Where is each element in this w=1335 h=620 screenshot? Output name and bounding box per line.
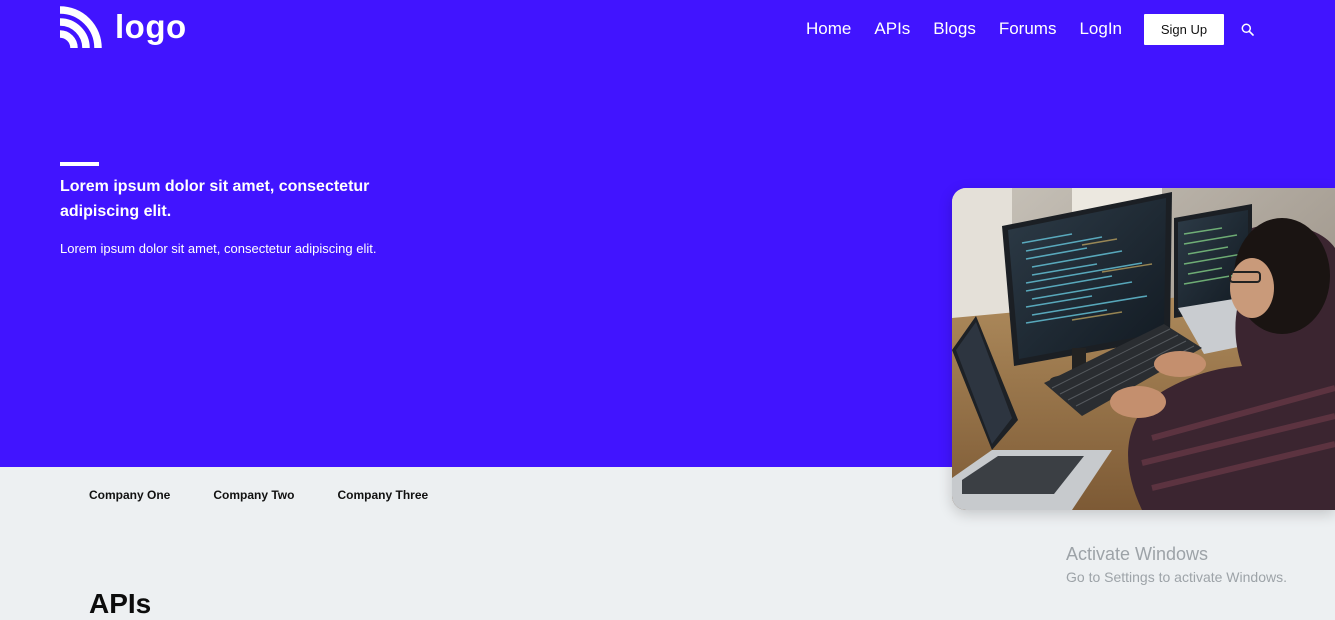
watermark-title: Activate Windows [1066,544,1209,564]
nav-home[interactable]: Home [806,13,851,45]
nav-apis[interactable]: APIs [874,13,910,45]
search-icon[interactable] [1239,21,1255,37]
company-three: Company Three [337,488,429,502]
signup-button[interactable]: Sign Up [1144,13,1224,45]
windows-activation-watermark: Activate Windows Go to Settings to activ… [1066,543,1287,587]
hero-image [952,188,1335,510]
section-title-apis: APIs [89,588,152,619]
nav-login[interactable]: LogIn [1079,13,1122,45]
nav-blogs[interactable]: Blogs [933,13,976,45]
hero-title: Lorem ipsum dolor sit amet, consectetur … [60,178,370,220]
main-nav: Home APIs Blogs Forums LogIn Sign Up [806,13,1255,45]
developer-workspace-photo [952,188,1335,510]
companies-strip: Company One Company Two Company Three [89,487,471,503]
company-two: Company Two [213,488,295,502]
logo-mark-icon [60,6,102,48]
company-one: Company One [89,488,171,502]
logo[interactable]: logo [60,6,187,48]
logo-text: logo [115,8,187,45]
nav-forums[interactable]: Forums [999,13,1057,45]
hero-accent-line [60,162,99,166]
hero-subtitle: Lorem ipsum dolor sit amet, consectetur … [60,241,377,256]
watermark-subtitle: Go to Settings to activate Windows. [1066,569,1287,585]
